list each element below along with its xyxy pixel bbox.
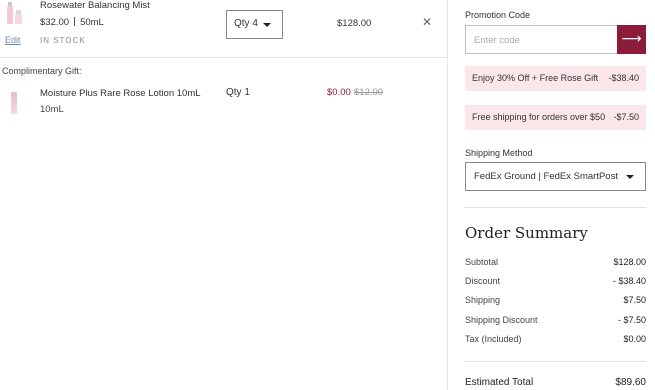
summary-label: Discount bbox=[465, 276, 501, 286]
quantity-value: Qty 4 bbox=[234, 18, 258, 29]
estimated-total-label: Estimated Total bbox=[465, 377, 534, 388]
summary-row: Shipping $7.50 bbox=[465, 295, 646, 305]
gift-size: 10mL bbox=[40, 104, 64, 115]
gift-name: Moisture Plus Rare Rose Lotion 10mL bbox=[40, 88, 201, 99]
gift-thumbnail bbox=[11, 92, 17, 114]
summary-row: Tax (Included) $0.00 bbox=[465, 334, 646, 344]
product-size: 50mL bbox=[80, 17, 104, 28]
summary-value: $7.50 bbox=[623, 295, 646, 305]
caret-down-icon bbox=[263, 23, 271, 27]
promo-code-input[interactable]: Enter code bbox=[465, 25, 617, 54]
close-icon[interactable]: ✕ bbox=[422, 16, 432, 28]
estimated-total-value: $89.60 bbox=[615, 377, 646, 388]
product-price-size: $32.00 50mL bbox=[40, 17, 104, 28]
summary-row: Discount - $38.40 bbox=[465, 276, 646, 286]
summary-label: Tax (Included) bbox=[465, 334, 522, 344]
gift-original-price: $12.00 bbox=[354, 87, 384, 98]
summary-value: - $38.40 bbox=[612, 276, 646, 286]
quantity-select[interactable]: Qty 4 bbox=[226, 10, 283, 39]
divider bbox=[465, 207, 646, 208]
order-sidebar: Promotion Code Enter code ⟶ Enjoy 30% Of… bbox=[447, 0, 655, 390]
promo-label: Promotion Code bbox=[465, 10, 531, 20]
shipping-method-value: FedEx Ground | FedEx SmartPost bbox=[474, 171, 618, 182]
stock-status: IN STOCK bbox=[40, 36, 86, 45]
product-thumbnail[interactable] bbox=[4, 2, 24, 28]
shipping-method-select[interactable]: FedEx Ground | FedEx SmartPost bbox=[465, 162, 646, 191]
caret-down-icon bbox=[626, 175, 634, 179]
gift-heading: Complimentary Gift: bbox=[2, 66, 82, 76]
gift-price: $0.00 bbox=[327, 87, 351, 98]
divider bbox=[465, 361, 646, 362]
applied-promo-label: Enjoy 30% Off + Free Rose Gift bbox=[472, 73, 599, 83]
divider bbox=[0, 57, 447, 58]
edit-link[interactable]: Edit bbox=[5, 35, 21, 45]
gift-quantity: Qty 1 bbox=[226, 87, 250, 98]
separator bbox=[74, 17, 76, 26]
summary-label: Shipping bbox=[465, 295, 501, 305]
summary-value: $128.00 bbox=[613, 257, 646, 267]
applied-promo: Free shipping for orders over $50 -$7.50 bbox=[465, 105, 646, 130]
shipping-label: Shipping Method bbox=[465, 148, 533, 158]
summary-value: - $7.50 bbox=[617, 315, 646, 325]
product-name[interactable]: Rosewater Balancing Mist bbox=[40, 0, 150, 11]
order-summary-title: Order Summary bbox=[465, 224, 588, 242]
arrow-right-icon[interactable]: ⟶ bbox=[617, 25, 646, 54]
line-total: $128.00 bbox=[337, 18, 372, 29]
summary-label: Shipping Discount bbox=[465, 315, 538, 325]
summary-value: $0.00 bbox=[623, 334, 646, 344]
estimated-total-row: Estimated Total $89.60 bbox=[465, 377, 646, 388]
cart-items: Rosewater Balancing Mist $32.00 50mL Edit… bbox=[0, 0, 447, 390]
summary-row: Shipping Discount - $7.50 bbox=[465, 315, 646, 325]
summary-row: Subtotal $128.00 bbox=[465, 257, 646, 267]
applied-promo-amount: -$7.50 bbox=[613, 112, 639, 122]
summary-label: Subtotal bbox=[465, 257, 499, 267]
applied-promo-amount: -$38.40 bbox=[608, 73, 639, 83]
applied-promo-label: Free shipping for orders over $50 bbox=[472, 112, 606, 122]
product-price: $32.00 bbox=[40, 17, 70, 28]
applied-promo: Enjoy 30% Off + Free Rose Gift -$38.40 bbox=[465, 66, 646, 91]
